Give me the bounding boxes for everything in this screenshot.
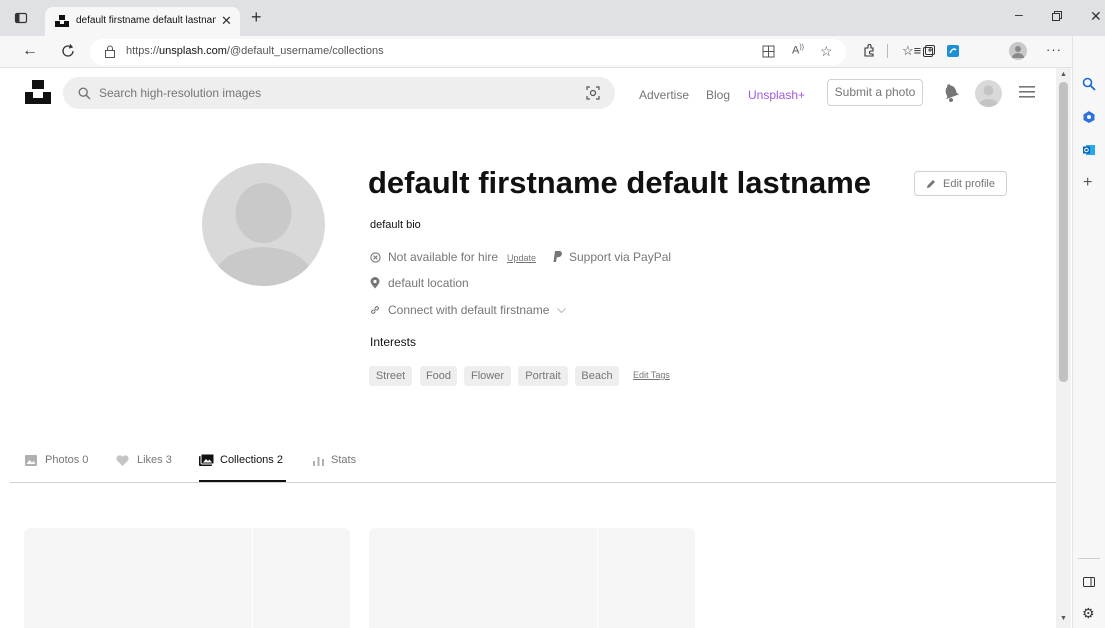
url-text: https://unsplash.com/@default_username/c… <box>126 45 384 57</box>
edge-sidebar: + ⚙ <box>1072 36 1105 628</box>
stats-bars-icon <box>313 455 324 466</box>
search-input[interactable]: Search high-resolution images <box>99 86 261 100</box>
paypal-icon <box>553 251 563 263</box>
chevron-down-icon[interactable] <box>557 308 566 313</box>
card-split <box>597 528 598 628</box>
profile-name: default firstname default lastname <box>368 165 872 200</box>
user-avatar[interactable] <box>975 80 1002 107</box>
read-aloud-icon[interactable]: A)) <box>792 44 804 57</box>
url-field[interactable]: https://unsplash.com/@default_username/c… <box>90 39 846 65</box>
refresh-icon[interactable] <box>61 44 75 58</box>
search-bar[interactable]: Search high-resolution images <box>63 77 615 109</box>
sidebar-add-icon[interactable]: + <box>1083 174 1092 192</box>
minimize-icon[interactable]: – <box>1015 6 1023 22</box>
heart-icon <box>116 455 129 466</box>
tab-stats[interactable]: Stats <box>331 454 356 466</box>
visual-search-icon[interactable] <box>586 86 600 100</box>
tabs-divider <box>10 482 1056 483</box>
toolbar-divider <box>887 44 888 58</box>
tab-photos[interactable]: Photos 0 <box>45 454 88 466</box>
photos-icon <box>25 455 37 466</box>
sidebar-outlook-icon[interactable] <box>1082 143 1096 157</box>
submit-photo-button[interactable]: Submit a photo <box>827 79 923 106</box>
menu-hamburger-icon[interactable] <box>1019 86 1035 98</box>
scroll-up-icon[interactable]: ▲ <box>1060 71 1067 78</box>
interest-tag[interactable]: Street <box>369 366 412 386</box>
favorites-list-icon[interactable]: ☆≡ <box>902 43 921 59</box>
profile-bio: default bio <box>370 219 421 231</box>
collection-card[interactable] <box>369 528 695 628</box>
search-icon[interactable] <box>78 87 91 100</box>
tab-collections[interactable]: Collections 2 <box>220 454 283 466</box>
unsplash-favicon-icon <box>55 15 69 27</box>
sidebar-divider <box>1078 558 1100 559</box>
hire-update-link[interactable]: Update <box>507 253 536 263</box>
tab-actions-icon[interactable] <box>14 11 28 25</box>
sidebar-hide-icon[interactable] <box>1083 576 1095 588</box>
link-chain-icon <box>369 304 381 316</box>
back-icon[interactable]: ← <box>22 42 38 60</box>
edit-profile-button[interactable]: Edit profile <box>914 171 1007 196</box>
browser-tab-active[interactable]: default firstname default lastnam ✕ <box>45 7 240 36</box>
address-bar-row: ← https://unsplash.com/@default_username… <box>0 36 1105 68</box>
interest-tag[interactable]: Portrait <box>518 366 568 386</box>
tab-close-icon[interactable]: ✕ <box>221 13 232 29</box>
not-available-icon <box>370 252 381 263</box>
close-window-icon[interactable]: ✕ <box>1090 8 1102 25</box>
profile-location: default location <box>388 276 469 290</box>
scroll-down-icon[interactable]: ▼ <box>1060 615 1067 622</box>
extensions-icon[interactable] <box>862 43 876 57</box>
browser-profile-icon[interactable] <box>1009 42 1027 60</box>
interest-tag[interactable]: Beach <box>575 366 619 386</box>
app-available-icon[interactable] <box>762 45 775 58</box>
settings-more-icon[interactable]: ··· <box>1046 42 1062 57</box>
profile-avatar <box>202 163 325 286</box>
office-extension-icon[interactable] <box>946 44 960 58</box>
nav-unsplash-plus-link[interactable]: Unsplash+ <box>748 88 805 102</box>
collections-toolbar-icon[interactable] <box>922 44 936 58</box>
new-tab-icon[interactable]: + <box>251 7 262 28</box>
restore-icon[interactable] <box>1052 11 1062 21</box>
sidebar-settings-icon[interactable]: ⚙ <box>1082 605 1095 622</box>
nav-advertise-link[interactable]: Advertise <box>639 88 689 102</box>
tab-likes[interactable]: Likes 3 <box>137 454 172 466</box>
browser-tab-bar: default firstname default lastnam ✕ + – … <box>0 0 1105 36</box>
collections-icon <box>199 454 214 466</box>
interest-tag[interactable]: Food <box>420 366 457 386</box>
location-pin-icon <box>370 277 380 289</box>
interest-tag[interactable]: Flower <box>464 366 511 386</box>
collection-card[interactable] <box>24 528 350 628</box>
lock-icon[interactable] <box>104 45 116 58</box>
interests-heading: Interests <box>370 335 417 349</box>
unsplash-page: Search high-resolution images Advertise … <box>0 68 1056 628</box>
sidebar-shopping-icon[interactable] <box>1082 110 1096 124</box>
nav-blog-link[interactable]: Blog <box>706 88 730 102</box>
connect-dropdown[interactable]: Connect with default firstname <box>388 303 549 317</box>
tab-title: default firstname default lastnam <box>76 15 216 26</box>
card-split <box>252 528 253 628</box>
favorite-star-icon[interactable]: ☆ <box>820 43 833 60</box>
edit-tags-link[interactable]: Edit Tags <box>633 370 670 380</box>
unsplash-logo-icon[interactable] <box>25 80 51 104</box>
paypal-link[interactable]: Support via PayPal <box>569 250 671 264</box>
hire-status-text: Not available for hire <box>388 250 499 264</box>
edit-profile-label: Edit profile <box>943 178 995 190</box>
sidebar-search-icon[interactable] <box>1082 77 1096 91</box>
pencil-icon <box>926 179 936 189</box>
notifications-bell-icon[interactable] <box>943 82 959 102</box>
scroll-thumb[interactable] <box>1059 82 1068 382</box>
page-scrollbar[interactable]: ▲ ▼ <box>1056 68 1071 628</box>
